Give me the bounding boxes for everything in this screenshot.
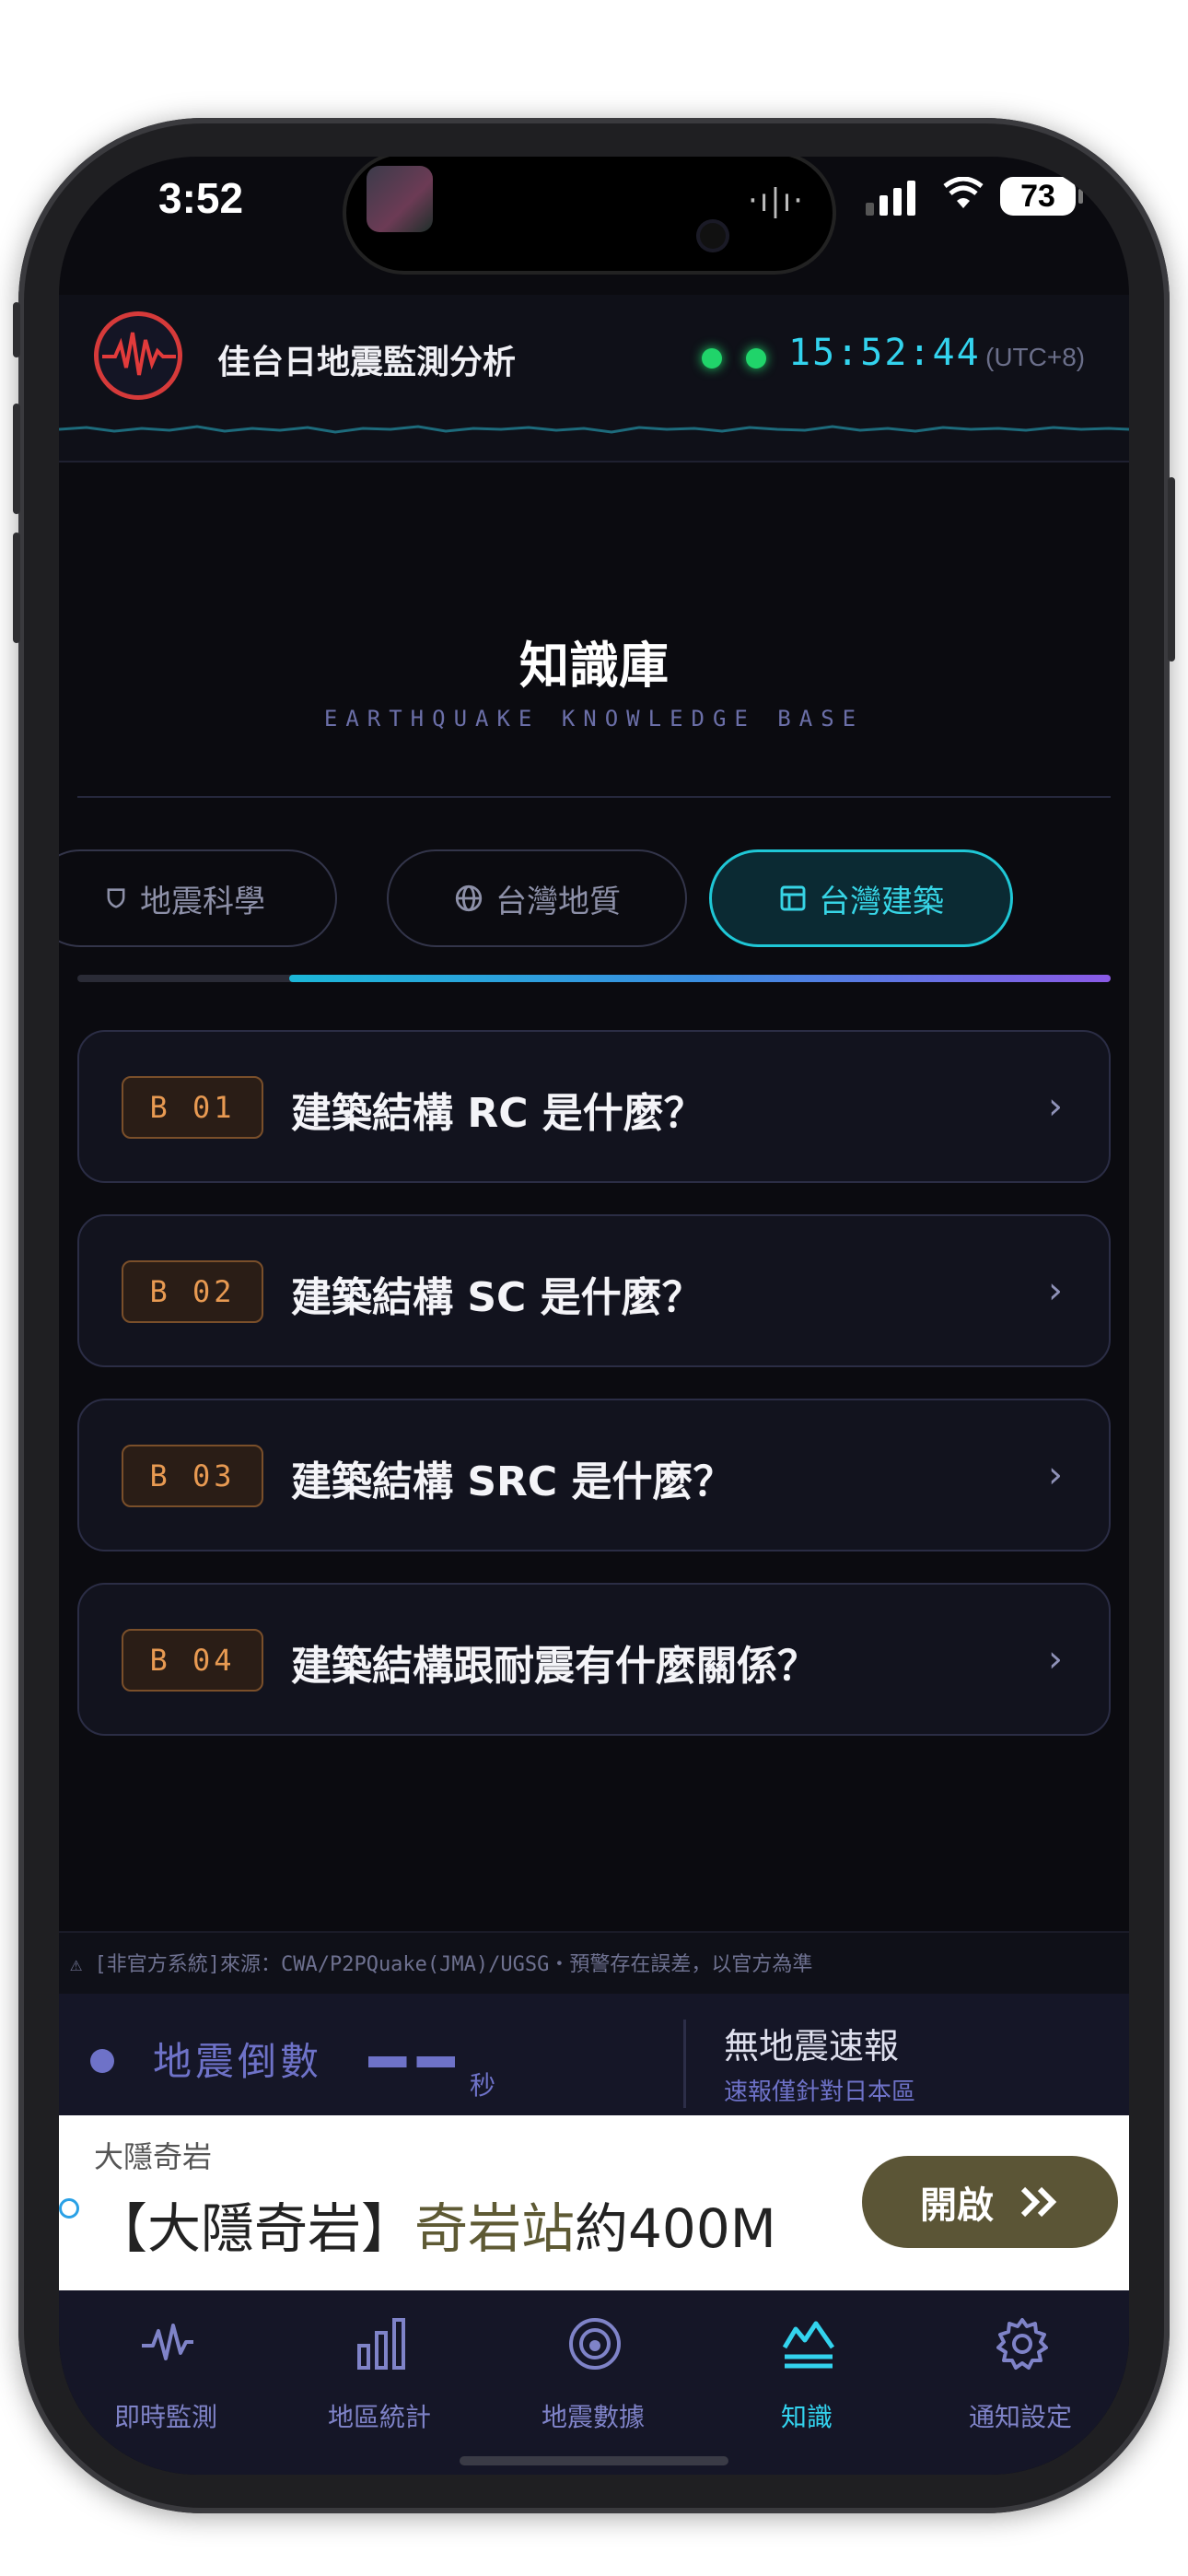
tab-label: 地震科學	[140, 883, 265, 920]
ad-headline: 【大隱奇岩】奇岩站約400M	[94, 2185, 776, 2263]
knowledge-icon	[782, 2321, 835, 2369]
countdown-divider	[683, 2020, 686, 2108]
seismic-waveform	[59, 425, 1129, 434]
status-light-1	[702, 348, 722, 369]
article-item-b04[interactable]: B 04 建築結構跟耐震有什麼關係？ ›	[77, 1583, 1111, 1736]
volume-down-button	[13, 533, 20, 643]
timezone-label: (UTC+8)	[985, 343, 1086, 371]
chevron-right-icon: ›	[1048, 1638, 1063, 1680]
wifi-icon	[943, 176, 984, 219]
bar-chart-icon	[357, 2318, 405, 2370]
article-code-badge: B 01	[122, 1076, 263, 1139]
app-header: 佳台日地震監測分析 15:52:44 (UTC+8)	[59, 295, 1129, 461]
nav-notification-settings[interactable]: 通知設定	[914, 2290, 1127, 2475]
target-icon	[569, 2318, 621, 2370]
title-divider	[77, 796, 1111, 798]
app-screen: 3:52 ·ı|ı· 73 佳台日地震監測分析 15:52:44 (UTC+8)	[59, 157, 1129, 2475]
nav-label: 即時監測	[113, 2402, 217, 2432]
seismograph-logo-icon	[102, 332, 176, 376]
article-item-b01[interactable]: B 01 建築結構 RC 是什麼？ ›	[77, 1030, 1111, 1183]
tab-label: 台灣建築	[819, 883, 944, 920]
nav-label: 通知設定	[968, 2402, 1072, 2432]
chevron-right-icon: ›	[1048, 1454, 1063, 1496]
nav-regional-stats[interactable]: 地區統計	[273, 2290, 486, 2475]
status-light-2	[746, 348, 766, 369]
article-title: 建築結構 RC 是什麼？	[291, 1090, 705, 1137]
article-title: 建築結構 SC 是什麼？	[291, 1274, 703, 1321]
live-clock: 15:52:44	[788, 332, 981, 374]
front-camera	[696, 219, 729, 252]
status-time: 3:52	[158, 174, 244, 222]
now-playing-artwork	[367, 166, 433, 232]
app-title: 佳台日地震監測分析	[217, 344, 517, 381]
countdown-status-dot	[90, 2049, 114, 2073]
eew-status: 無地震速報	[724, 2026, 900, 2067]
dynamic-island[interactable]: ·ı|ı·	[343, 157, 836, 275]
ad-button-label: 開啟	[920, 2184, 994, 2227]
countdown-label: 地震倒數	[153, 2039, 323, 2084]
pulse-icon	[142, 2324, 193, 2360]
tab-taiwan-architecture[interactable]: 台灣建築	[709, 849, 1013, 947]
nav-label: 地震數據	[541, 2402, 645, 2432]
page-subtitle: EARTHQUAKE KNOWLEDGE BASE	[323, 706, 865, 732]
chevron-right-icon: ›	[1048, 1085, 1063, 1128]
ad-banner[interactable]: 大隱奇岩 【大隱奇岩】奇岩站約400M 開啟	[59, 2115, 1129, 2290]
nav-realtime-monitoring[interactable]: 即時監測	[59, 2290, 273, 2475]
shield-icon	[107, 888, 125, 908]
header-divider	[59, 461, 1129, 463]
status-bar: 3:52 ·ı|ı· 73	[59, 157, 1129, 295]
article-item-b03[interactable]: B 03 建築結構 SRC 是什麼？ ›	[77, 1399, 1111, 1551]
tab-taiwan-geology[interactable]: 台灣地質	[387, 849, 687, 947]
ad-headline-suffix: 約400M	[575, 2197, 776, 2260]
countdown-value-placeholder	[368, 2056, 455, 2067]
home-indicator[interactable]	[460, 2456, 728, 2465]
nav-label: 地區統計	[327, 2402, 431, 2432]
eew-note: 速報僅針對日本區	[724, 2078, 916, 2106]
nav-knowledge[interactable]: 知識	[700, 2290, 914, 2475]
volume-up-button	[13, 404, 20, 514]
double-chevron-right-icon	[1020, 2186, 1057, 2218]
bottom-tab-bar: 即時監測 地區統計 地震數據 知識 通知設定	[59, 2290, 1129, 2475]
ad-headline-highlight: 奇岩站	[414, 2197, 576, 2260]
source-disclaimer: ⚠ [非官方系統]來源：CWA/P2PQuake(JMA)/UGSG・預警存在誤…	[59, 1931, 1129, 1994]
gear-icon	[996, 2318, 1048, 2370]
article-title: 建築結構跟耐震有什麼關係？	[291, 1643, 818, 1690]
layout-icon	[780, 885, 806, 911]
article-code-badge: B 03	[122, 1445, 263, 1507]
page-title: 知識庫	[519, 637, 669, 695]
ad-info-icon[interactable]	[59, 2198, 79, 2219]
app-logo	[94, 311, 182, 400]
ad-headline-prefix: 【大隱奇岩】	[94, 2197, 415, 2260]
battery-indicator: 73	[1000, 177, 1083, 216]
action-button	[13, 302, 20, 357]
countdown-unit: 秒	[470, 2070, 496, 2101]
article-item-b02[interactable]: B 02 建築結構 SC 是什麼？ ›	[77, 1214, 1111, 1367]
earthquake-countdown-bar: 地震倒數 秒 無地震速報 速報僅針對日本區	[59, 1994, 1129, 2115]
power-button	[1168, 477, 1175, 662]
tab-label: 台灣地質	[495, 883, 621, 920]
audio-wave-icon: ·ı|ı·	[748, 182, 805, 219]
globe-icon	[455, 884, 483, 912]
ad-open-button[interactable]: 開啟	[862, 2156, 1118, 2248]
tab-scroll-indicator	[289, 975, 1111, 982]
nav-earthquake-data[interactable]: 地震數據	[486, 2290, 700, 2475]
article-code-badge: B 02	[122, 1260, 263, 1323]
cellular-signal-icon	[866, 181, 915, 216]
ad-brand: 大隱奇岩	[94, 2139, 213, 2174]
chevron-right-icon: ›	[1048, 1270, 1063, 1312]
nav-label: 知識	[780, 2402, 833, 2432]
article-title: 建築結構 SRC 是什麼？	[291, 1458, 734, 1505]
tab-earthquake-science[interactable]: 地震科學	[59, 849, 337, 947]
article-code-badge: B 04	[122, 1629, 263, 1692]
